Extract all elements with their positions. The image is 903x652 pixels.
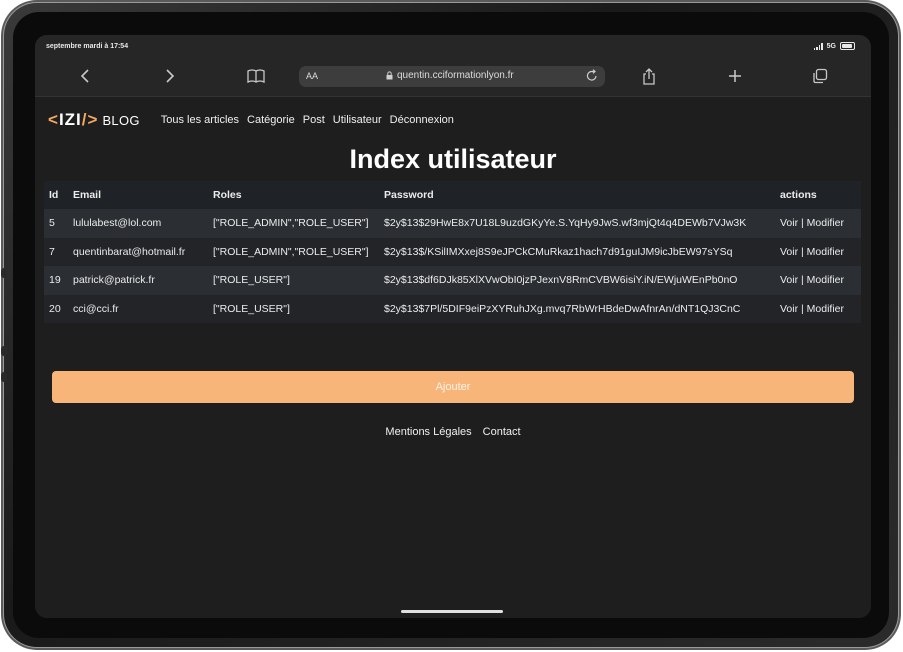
edit-link[interactable]: Modifier	[807, 303, 844, 315]
side-button	[1, 268, 7, 278]
header-email: Email	[68, 181, 208, 209]
status-bar: septembre mardi à 17:54 5G	[35, 35, 871, 57]
edit-link[interactable]: Modifier	[807, 274, 844, 286]
browser-toolbar: AA quentin.cciformationlyon.fr	[35, 57, 871, 97]
cell-email: lululabest@lol.com	[68, 209, 208, 238]
edit-link[interactable]: Modifier	[807, 246, 844, 258]
nav-link-user[interactable]: Utilisateur	[333, 114, 382, 126]
cell-id: 7	[44, 237, 68, 266]
cell-email: patrick@patrick.fr	[68, 266, 208, 295]
izi-blog-logo[interactable]: <IZI/> BLOG	[48, 110, 140, 130]
footer: Mentions Légales Contact	[35, 426, 871, 438]
address-bar[interactable]: AA quentin.cciformationlyon.fr	[299, 66, 605, 87]
nav-link-category[interactable]: Catégorie	[247, 114, 295, 126]
url-display: quentin.cciformationlyon.fr	[386, 70, 514, 81]
view-link[interactable]: Voir	[780, 274, 798, 286]
forward-icon[interactable]	[158, 65, 182, 87]
cell-password: $2y$13$df6DJk85XlXVwObI0jzPJexnV8RmCVBW6…	[379, 266, 775, 295]
table-row: 20 cci@cci.fr ["ROLE_USER"] $2y$13$7Pl/5…	[44, 294, 861, 323]
side-button	[1, 346, 7, 356]
action-separator: |	[801, 245, 804, 258]
bookmarks-icon[interactable]	[244, 65, 268, 87]
edit-link[interactable]: Modifier	[807, 217, 844, 229]
cell-roles: ["ROLE_ADMIN","ROLE_USER"]	[208, 237, 379, 266]
action-separator: |	[801, 274, 804, 287]
cell-email: quentinbarat@hotmail.fr	[68, 237, 208, 266]
signal-icon	[813, 42, 823, 50]
cell-actions: Voir | Modifier	[775, 237, 861, 266]
cell-actions: Voir | Modifier	[775, 209, 861, 238]
view-link[interactable]: Voir	[780, 303, 798, 315]
cell-id: 19	[44, 266, 68, 295]
network-label: 5G	[826, 42, 836, 50]
navbar: <IZI/> BLOG Tous les articles Catégorie …	[48, 110, 454, 130]
table-row: 7 quentinbarat@hotmail.fr ["ROLE_ADMIN",…	[44, 237, 861, 266]
tabs-icon[interactable]	[808, 65, 832, 87]
cell-id: 20	[44, 294, 68, 323]
reload-icon[interactable]	[586, 69, 598, 85]
cell-actions: Voir | Modifier	[775, 294, 861, 323]
cell-actions: Voir | Modifier	[775, 266, 861, 295]
users-table: Id Email Roles Password actions 5 lulula…	[44, 181, 861, 323]
cell-roles: ["ROLE_ADMIN","ROLE_USER"]	[208, 209, 379, 238]
action-separator: |	[801, 302, 804, 315]
table-row: 5 lululabest@lol.com ["ROLE_ADMIN","ROLE…	[44, 209, 861, 238]
cell-password: $2y$13$/KSilIMXxej8S9eJPCkCMuRkaz1hach7d…	[379, 237, 775, 266]
share-icon[interactable]	[637, 65, 661, 87]
screen: septembre mardi à 17:54 5G AA quentin.cc…	[35, 35, 871, 618]
cell-roles: ["ROLE_USER"]	[208, 294, 379, 323]
side-button	[1, 372, 7, 382]
table-header-row: Id Email Roles Password actions	[44, 181, 861, 209]
lock-icon	[386, 71, 393, 80]
web-page: <IZI/> BLOG Tous les articles Catégorie …	[35, 97, 871, 618]
cell-roles: ["ROLE_USER"]	[208, 266, 379, 295]
header-id: Id	[44, 181, 68, 209]
plus-icon[interactable]	[723, 65, 747, 87]
footer-link-legal[interactable]: Mentions Légales	[385, 426, 471, 438]
battery-icon	[840, 42, 855, 50]
home-indicator[interactable]	[401, 610, 503, 613]
cell-password: $2y$13$7Pl/5DIF9eiPzXYRuhJXg.mvq7RbWrHBd…	[379, 294, 775, 323]
footer-link-contact[interactable]: Contact	[483, 426, 521, 438]
nav-link-all-articles[interactable]: Tous les articles	[161, 114, 239, 126]
header-actions: actions	[775, 181, 861, 209]
view-link[interactable]: Voir	[780, 217, 798, 229]
table-row: 19 patrick@patrick.fr ["ROLE_USER"] $2y$…	[44, 266, 861, 295]
status-time: septembre mardi à 17:54	[46, 43, 129, 50]
text-size-button[interactable]: AA	[306, 71, 318, 81]
nav-link-logout[interactable]: Déconnexion	[390, 114, 454, 126]
status-indicators: 5G	[813, 42, 855, 50]
add-user-button[interactable]: Ajouter	[52, 371, 854, 403]
header-password: Password	[379, 181, 775, 209]
nav-link-post[interactable]: Post	[303, 114, 325, 126]
cell-id: 5	[44, 209, 68, 238]
header-roles: Roles	[208, 181, 379, 209]
cell-password: $2y$13$29HwE8x7U18L9uzdGKyYe.S.YqHy9JwS.…	[379, 209, 775, 238]
cell-email: cci@cci.fr	[68, 294, 208, 323]
nav-links: Tous les articles Catégorie Post Utilisa…	[161, 114, 454, 126]
url-text: quentin.cciformationlyon.fr	[397, 70, 514, 81]
back-icon[interactable]	[73, 65, 97, 87]
page-title: Index utilisateur	[349, 144, 557, 174]
view-link[interactable]: Voir	[780, 246, 798, 258]
action-separator: |	[801, 217, 804, 230]
